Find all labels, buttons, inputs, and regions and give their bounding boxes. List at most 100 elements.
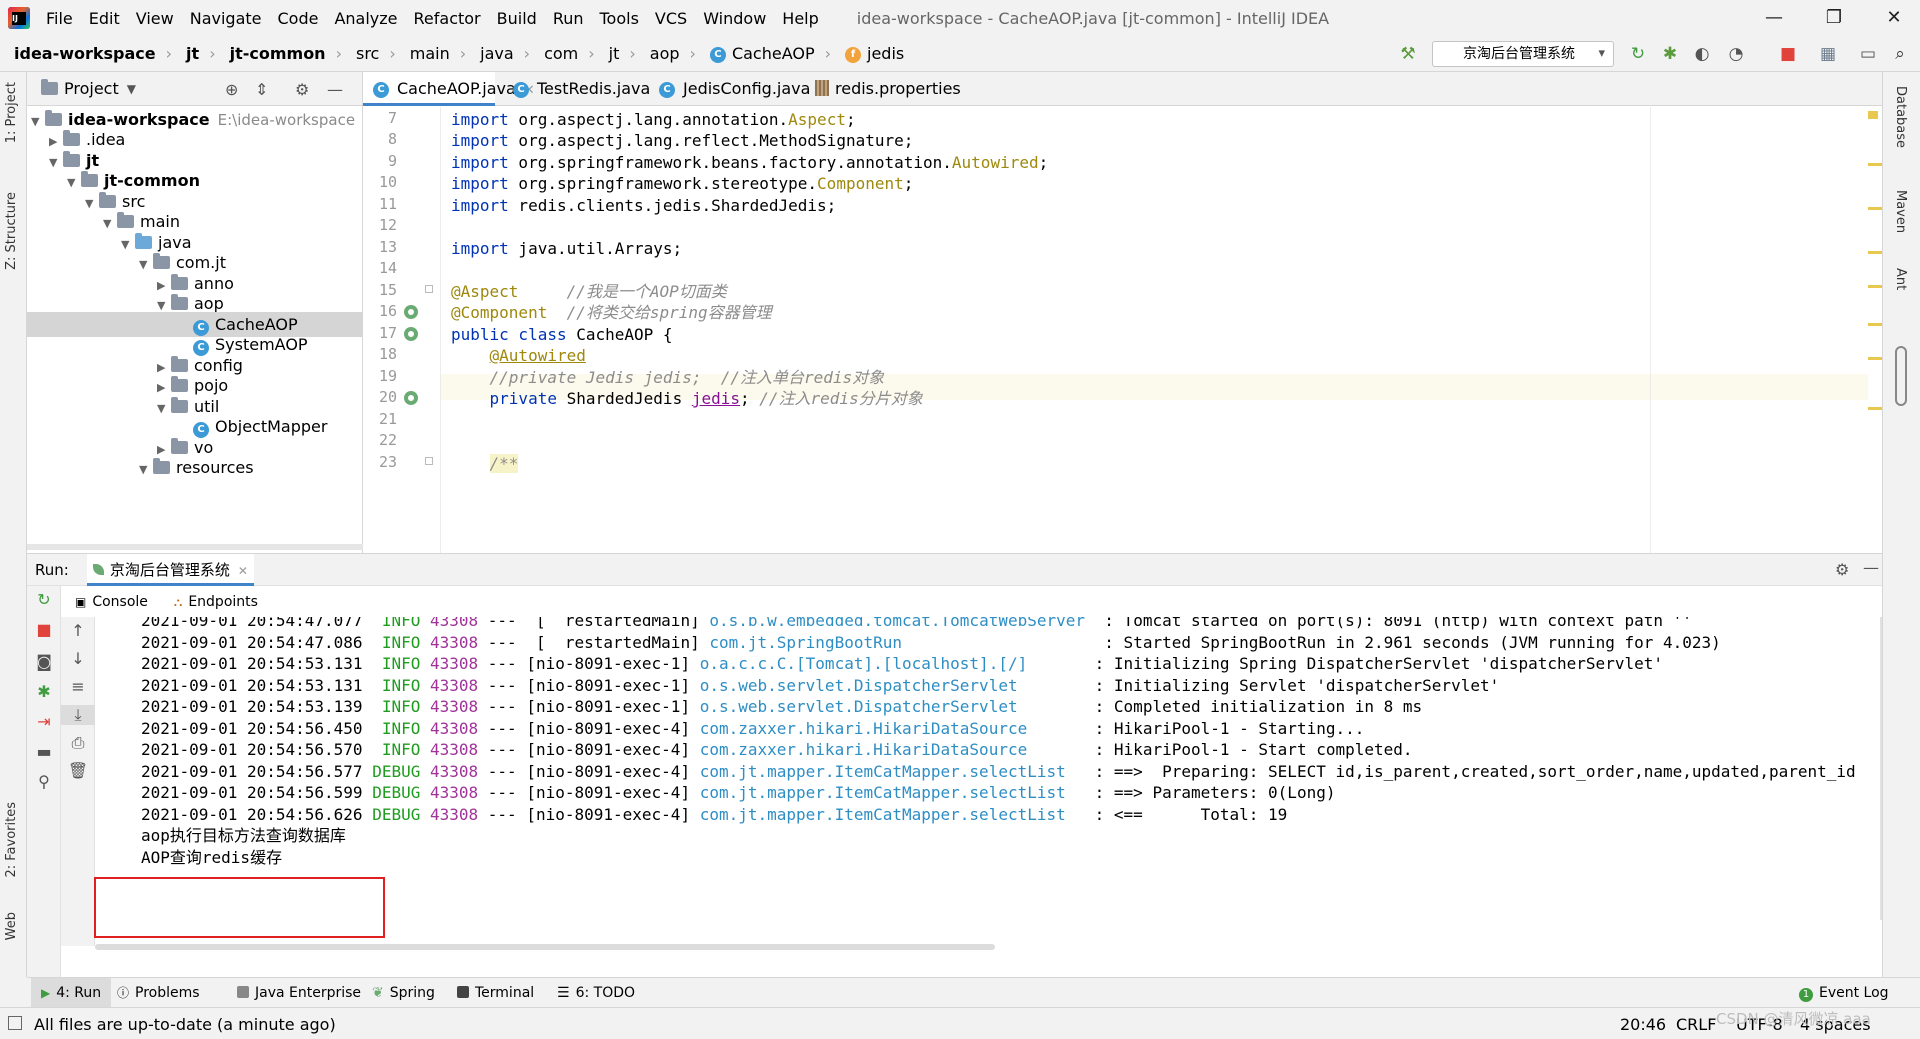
tab-redis-properties[interactable]: redis.properties (805, 72, 965, 106)
tree-horizontal-scrollbar[interactable] (27, 544, 363, 550)
tool-window-ant[interactable]: Ant (1893, 268, 1908, 290)
camera-icon[interactable]: ◙ (27, 652, 61, 671)
menu-window[interactable]: Window (703, 9, 766, 28)
stop-icon[interactable]: ■ (1778, 44, 1798, 64)
maximize-button[interactable]: ❐ (1804, 0, 1864, 36)
menu-edit[interactable]: Edit (89, 9, 120, 28)
layout-icon[interactable]: ▭ (1858, 44, 1878, 64)
editor-text-area[interactable]: import org.aspectj.lang.annotation.Aspec… (363, 107, 1868, 553)
warning-marker[interactable] (1868, 251, 1882, 254)
stop-icon[interactable]: ■ (27, 620, 61, 639)
tool-window-maven[interactable]: Maven (1893, 190, 1908, 233)
breadcrumb-jt[interactable]: jt (186, 44, 199, 63)
profile-icon[interactable]: ◔ (1726, 44, 1746, 64)
menu-navigate[interactable]: Navigate (190, 9, 262, 28)
trash-icon[interactable]: 🗑 (61, 761, 95, 780)
debug-bug-icon[interactable]: ✱ (1660, 44, 1680, 64)
tab-testredis-java[interactable]: CTestRedis.java✕ (503, 72, 669, 106)
gear-icon[interactable]: ⚙ (295, 80, 309, 99)
console-horizontal-scrollbar[interactable] (95, 944, 995, 950)
breadcrumb-src[interactable]: src (356, 44, 379, 63)
exit-icon[interactable]: ⇥ (27, 712, 61, 731)
minimize-button[interactable]: — (1744, 0, 1804, 36)
build-hammer-icon[interactable]: ⚒ (1398, 44, 1418, 64)
tool-window-database[interactable]: Database (1893, 86, 1908, 148)
log-logger[interactable]: o.s.web.servlet.DispatcherServlet (700, 676, 1085, 695)
soft-wrap-icon[interactable]: ≡ (61, 677, 95, 696)
tab-console[interactable]: ▣ Console (75, 594, 148, 610)
tab-cacheaop-java[interactable]: C CacheAOP.java ✕ (363, 72, 535, 106)
editor-vertical-scrollbar[interactable] (1895, 346, 1907, 406)
breadcrumb-com[interactable]: com (544, 44, 578, 63)
scroll-to-end-icon[interactable]: ⤓ (61, 705, 95, 725)
tool-window-structure[interactable]: Z: Structure (4, 192, 19, 270)
run-session-tab[interactable]: 京淘后台管理系统 ✕ (86, 553, 254, 586)
tree-item-resources[interactable]: ▼ resources (139, 455, 254, 480)
breadcrumb-idea-workspace[interactable]: idea-workspace (14, 44, 156, 63)
tool-window-web[interactable]: Web (4, 912, 19, 940)
hide-panel-icon[interactable]: — (1863, 558, 1879, 577)
pin-icon[interactable]: ⚲ (27, 772, 61, 791)
tool-tab-event-log[interactable]: 1 Event Log (1799, 978, 1889, 1008)
warning-marker[interactable] (1868, 285, 1882, 288)
breadcrumb-jt-common[interactable]: jt-common (230, 44, 326, 63)
menu-analyze[interactable]: Analyze (334, 9, 397, 28)
project-panel-title[interactable]: Project (64, 79, 119, 98)
editor-gutter[interactable]: 7 8 9 10 11 12 13 14 15 16 17 18 19 20 2… (363, 107, 441, 553)
rerun-icon[interactable]: ↻ (1628, 44, 1648, 64)
warning-marker[interactable] (1868, 163, 1882, 166)
hide-panel-icon[interactable]: — (327, 80, 343, 99)
log-logger[interactable]: o.a.c.c.C.[Tomcat].[localhost].[/] (700, 654, 1085, 673)
log-logger[interactable]: o.s.b.w.embedded.tomcat.TomcatWebServer (709, 617, 1094, 630)
console-output[interactable]: 2021-09-01 20:54:47.077 INFO 43308 --- [… (95, 617, 1882, 920)
scroll-down-icon[interactable]: ↓ (61, 649, 95, 668)
tool-tab-problems[interactable]: ⓘ Problems (117, 978, 200, 1008)
run-configuration-select[interactable]: 京淘后台管理系统 (1432, 41, 1614, 67)
scroll-up-icon[interactable]: ↑ (61, 621, 95, 640)
spring-autowired-icon[interactable] (404, 391, 418, 405)
coverage-icon[interactable]: ◐ (1692, 44, 1712, 64)
fold-marker-icon[interactable] (425, 457, 433, 465)
tool-window-favorites[interactable]: 2: Favorites (4, 802, 19, 878)
menu-code[interactable]: Code (278, 9, 319, 28)
tool-tab-terminal[interactable]: Terminal (457, 978, 534, 1008)
tool-tab-todo[interactable]: ☰ 6: TODO (557, 978, 635, 1008)
warning-marker[interactable] (1868, 407, 1882, 410)
menu-build[interactable]: Build (497, 9, 537, 28)
warning-marker[interactable] (1868, 323, 1882, 326)
breadcrumb-main[interactable]: main (410, 44, 450, 63)
log-logger[interactable]: com.jt.SpringBootRun (709, 633, 1094, 652)
line-separator[interactable]: CRLF (1676, 1015, 1716, 1034)
log-logger[interactable]: o.s.web.servlet.DispatcherServlet (700, 697, 1085, 716)
tab-endpoints[interactable]: ⛬ Endpoints (174, 594, 258, 610)
chevron-down-icon[interactable]: ▼ (127, 82, 136, 96)
breadcrumb-aop[interactable]: aop (650, 44, 680, 63)
project-structure-icon[interactable]: ▦ (1818, 44, 1838, 64)
spring-bean-icon[interactable] (404, 305, 418, 319)
tool-windows-toggle-icon[interactable] (8, 1016, 22, 1030)
close-tab-icon[interactable]: ✕ (238, 564, 248, 578)
menu-file[interactable]: File (46, 9, 73, 28)
collapse-all-icon[interactable]: ⇕ (255, 80, 268, 99)
close-window-button[interactable]: ✕ (1864, 0, 1920, 36)
log-logger[interactable]: com.jt.mapper.ItemCatMapper.selectList (700, 805, 1085, 824)
gear-icon[interactable]: ⚙ (1835, 560, 1849, 579)
locate-target-icon[interactable]: ⊕ (225, 80, 238, 99)
search-everywhere-icon[interactable]: ⌕ (1890, 44, 1910, 64)
breadcrumb-cacheaop[interactable]: C CacheAOP (709, 44, 815, 63)
menu-run[interactable]: Run (553, 9, 584, 28)
menu-vcs[interactable]: VCS (655, 9, 687, 28)
log-logger[interactable]: com.jt.mapper.ItemCatMapper.selectList (700, 762, 1085, 781)
tool-tab-spring[interactable]: ❦ Spring (372, 978, 435, 1008)
menu-view[interactable]: View (136, 9, 174, 28)
status-message[interactable]: All files are up-to-date (a minute ago) (34, 1015, 336, 1034)
spring-bean-icon[interactable] (404, 327, 418, 341)
editor-error-stripe[interactable] (1868, 107, 1882, 553)
warning-indicator-icon[interactable] (1868, 111, 1878, 119)
tool-window-project[interactable]: 1: Project (4, 82, 19, 143)
warning-marker[interactable] (1868, 357, 1882, 360)
caret-position[interactable]: 20:46 (1620, 1015, 1666, 1034)
update-app-icon[interactable]: ✱ (27, 682, 61, 701)
menu-refactor[interactable]: Refactor (414, 9, 481, 28)
log-logger[interactable]: com.jt.mapper.ItemCatMapper.selectList (700, 783, 1085, 802)
